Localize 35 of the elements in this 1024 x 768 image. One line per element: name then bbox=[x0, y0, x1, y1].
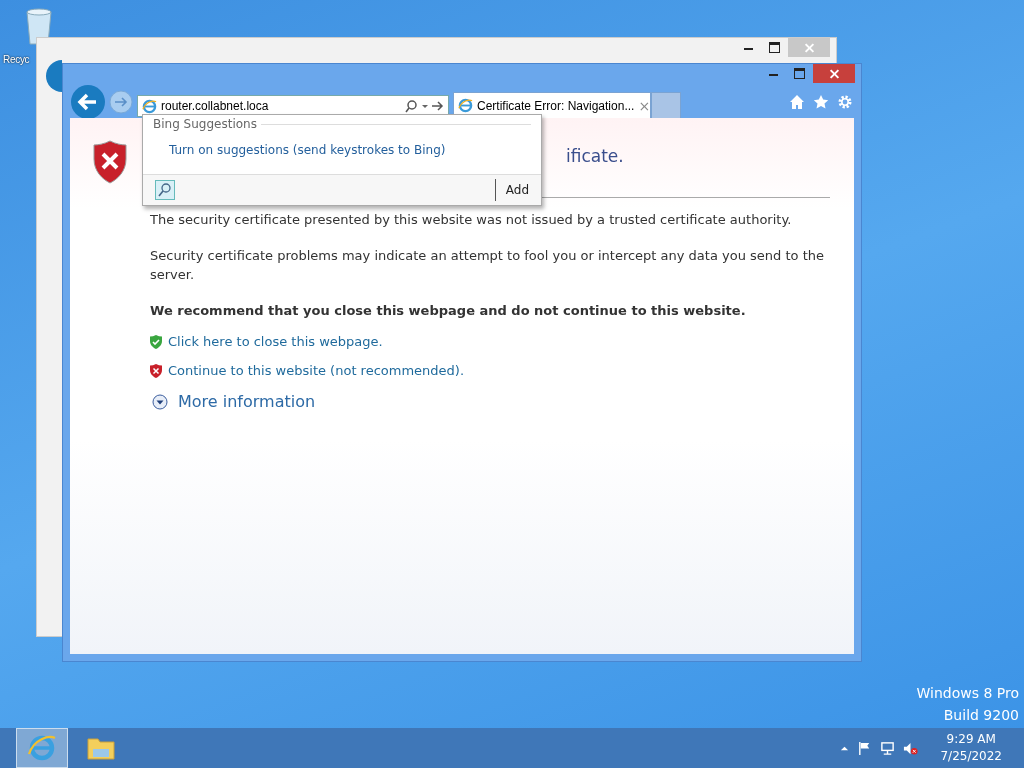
shield-check-icon bbox=[150, 334, 162, 349]
network-icon[interactable] bbox=[880, 740, 896, 756]
icon-label[interactable]: Recyc bbox=[3, 54, 30, 65]
page-icon bbox=[458, 98, 473, 113]
search-icon[interactable] bbox=[404, 99, 444, 113]
expand-icon[interactable] bbox=[152, 393, 168, 410]
edition-text: Build 9200 bbox=[943, 706, 1019, 725]
dropdown-header: Bing Suggestions bbox=[153, 117, 257, 131]
page-heading: ificate. bbox=[566, 146, 624, 166]
shield-error-icon bbox=[150, 363, 162, 378]
close-icon[interactable] bbox=[813, 64, 855, 83]
page-link[interactable]: Continue to this website (not recommended). bbox=[168, 363, 465, 378]
warning-paragraph: The security certificate presented by this website was not issued by a trusted certificate authority. bbox=[150, 211, 793, 229]
close-tab-button[interactable]: × bbox=[638, 97, 651, 114]
settings-icon[interactable] bbox=[837, 94, 853, 110]
favorites-icon[interactable] bbox=[813, 94, 829, 110]
page-link[interactable]: Click here to close this webpage. bbox=[168, 334, 383, 349]
add-button[interactable]: Add bbox=[494, 179, 529, 201]
clock-time[interactable]: 9:29 AM bbox=[946, 731, 996, 748]
shield-error-icon bbox=[92, 139, 128, 185]
suggestions-link[interactable]: Turn on suggestions (send keystrokes to Bing) bbox=[169, 143, 446, 157]
clock-date[interactable]: 7/25/2022 bbox=[940, 748, 1002, 765]
browser-icon bbox=[27, 733, 57, 763]
search-icon[interactable] bbox=[155, 180, 175, 200]
warning-paragraph: Security certificate problems may indicate an attempt to fool you or intercept any data you send to the server. bbox=[150, 247, 825, 284]
address-bar[interactable]: router.collabnet.loca bbox=[137, 95, 449, 117]
recommendation-text: We recommend that you close this webpage and do not continue to this website. bbox=[150, 302, 747, 320]
back-button[interactable] bbox=[46, 60, 62, 92]
browser-tab[interactable]: Certificate Error: Navigation... × bbox=[453, 92, 651, 118]
more-information-link[interactable]: More information bbox=[178, 392, 316, 411]
speaker-muted-icon[interactable] bbox=[903, 740, 919, 756]
home-icon[interactable] bbox=[789, 94, 805, 110]
edition-text: Windows 8 Pro bbox=[916, 684, 1019, 703]
page-icon bbox=[142, 98, 157, 114]
back-button[interactable] bbox=[71, 85, 105, 119]
